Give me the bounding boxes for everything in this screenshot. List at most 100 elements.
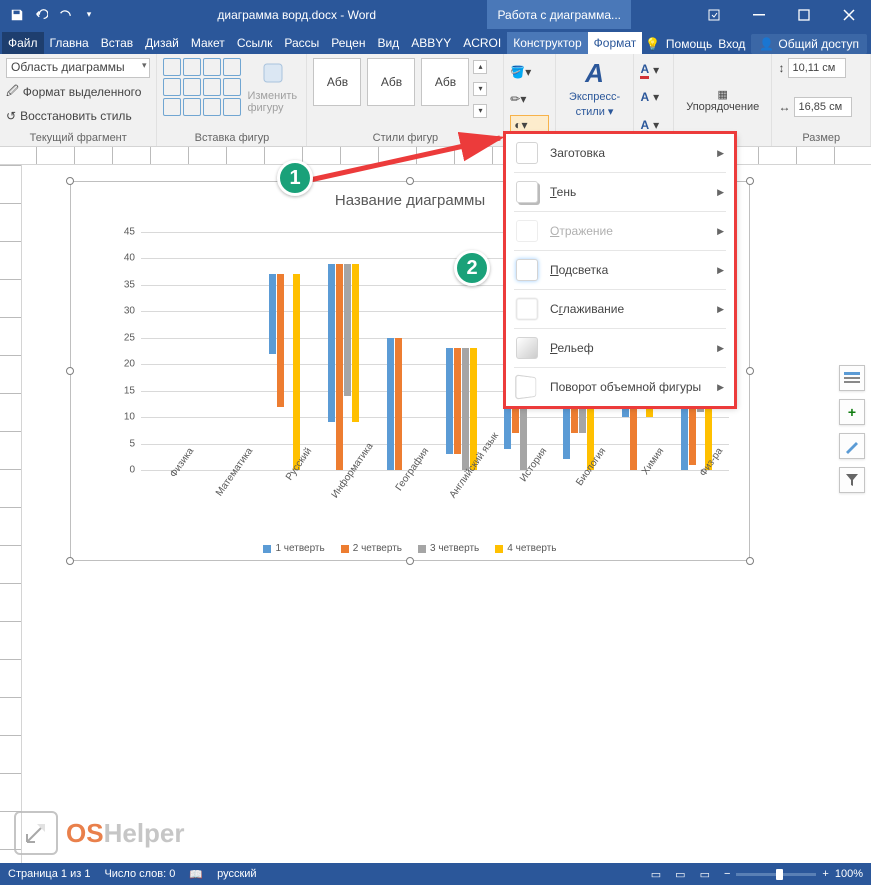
statusbar: Страница 1 из 1 Число слов: 0 📖 русский … (0, 863, 871, 885)
help-icon[interactable]: 💡 (645, 37, 660, 51)
view-web-icon[interactable]: ▭ (700, 868, 710, 881)
change-shape-label: Изменить фигуру (247, 90, 300, 114)
redo-icon[interactable] (54, 4, 76, 26)
shape-style-thumb[interactable]: Абв (313, 58, 361, 106)
callout-2: 2 (454, 250, 490, 286)
zoom-slider[interactable] (736, 873, 816, 876)
resize-handle[interactable] (406, 557, 414, 565)
chevron-right-icon: ▶ (717, 187, 724, 198)
tab-view[interactable]: Вид (371, 32, 405, 54)
resize-handle[interactable] (746, 557, 754, 565)
format-selection-label: Формат выделенного (23, 85, 142, 99)
status-proofing-icon[interactable]: 📖 (189, 868, 203, 881)
shape-outline-button[interactable]: ✏▾ (510, 89, 548, 109)
text-outline-button[interactable]: A▾ (640, 87, 667, 107)
chart-tools-tab[interactable]: Работа с диаграмма... (487, 0, 631, 29)
tab-constructor[interactable]: Конструктор (507, 32, 587, 54)
tab-layout[interactable]: Макет (185, 32, 231, 54)
menu-item-3d-rotation[interactable]: Поворот объемной фигуры▶ (506, 368, 734, 406)
chevron-right-icon: ▶ (717, 226, 724, 237)
resize-handle[interactable] (746, 367, 754, 375)
quick-styles-label-1: Экспресс- (569, 91, 620, 103)
tab-mailings[interactable]: Рассы (278, 32, 325, 54)
resize-handle[interactable] (66, 177, 74, 185)
arrange-button[interactable]: ▦Упорядочение (680, 58, 766, 142)
tab-home[interactable]: Главна (44, 32, 95, 54)
menu-item-preset[interactable]: Заготовка▶ (506, 134, 734, 172)
width-input[interactable]: 16,85 см (794, 97, 852, 117)
change-shape-button: Изменить фигуру (247, 58, 300, 116)
menu-item-bevel[interactable]: Рельеф▶ (506, 329, 734, 367)
ruler-vertical[interactable] (0, 165, 22, 863)
menu-item-glow[interactable]: Подсветка▶ (506, 251, 734, 289)
status-words[interactable]: Число слов: 0 (104, 868, 175, 880)
chart-elements-icon[interactable]: + (839, 399, 865, 425)
menu-item-reflection[interactable]: Отражение▶ (506, 212, 734, 250)
resize-handle[interactable] (406, 177, 414, 185)
chart-filters-icon[interactable] (839, 467, 865, 493)
height-input[interactable]: 10,11 см (788, 58, 846, 78)
text-fill-button[interactable]: A▾ (640, 60, 667, 80)
group-size: ↕10,11 см ↔16,85 см Размер (772, 54, 871, 146)
soft-edges-icon (516, 298, 538, 320)
resize-handle[interactable] (66, 557, 74, 565)
status-language[interactable]: русский (217, 868, 256, 880)
shape-effects-menu: Заготовка▶ Тень▶ Отражение▶ Подсветка▶ С… (505, 133, 735, 407)
zoom-control[interactable]: − + 100% (724, 868, 863, 880)
resize-handle[interactable] (746, 177, 754, 185)
window-controls (691, 0, 871, 29)
menu-label: Рельеф (550, 341, 594, 355)
maximize-icon[interactable] (781, 0, 826, 29)
zoom-in-icon[interactable]: + (822, 868, 828, 880)
view-read-icon[interactable]: ▭ (651, 868, 661, 881)
format-selection-button[interactable]: 🖉Формат выделенного (6, 82, 150, 102)
reflection-icon (516, 220, 538, 242)
menu-label: Сглаживание (550, 302, 624, 316)
shape-style-gallery[interactable]: Абв Абв Абв (313, 58, 469, 120)
shape-fill-button[interactable]: 🪣▾ (510, 62, 548, 82)
status-page[interactable]: Страница 1 из 1 (8, 868, 90, 880)
reset-style-button[interactable]: ↺Восстановить стиль (6, 106, 150, 126)
shape-style-thumb[interactable]: Абв (421, 58, 469, 106)
layout-options-icon[interactable] (839, 365, 865, 391)
ribbon-options-icon[interactable] (691, 0, 736, 29)
ruler-horizontal[interactable] (0, 147, 871, 165)
group-label-shapes: Вставка фигур (163, 130, 300, 144)
page[interactable]: Название диаграммы 051015202530354045 Фи… (22, 165, 871, 863)
view-print-icon[interactable]: ▭ (675, 868, 685, 881)
resize-handle[interactable] (66, 367, 74, 375)
zoom-out-icon[interactable]: − (724, 868, 730, 880)
chart-x-labels: ФизикаМатематикаРусскийИнформатикаГеогра… (141, 470, 729, 526)
tab-design[interactable]: Дизай (139, 32, 185, 54)
tab-acrobat[interactable]: ACROI (457, 32, 507, 54)
ribbon-tabs: Файл Главна Встав Дизай Макет Ссылк Расс… (0, 29, 871, 54)
close-icon[interactable] (826, 0, 871, 29)
chart-styles-icon[interactable] (839, 433, 865, 459)
shape-style-thumb[interactable]: Абв (367, 58, 415, 106)
qat-dropdown-icon[interactable]: ▾ (78, 4, 100, 26)
gallery-scrollbar[interactable]: ▴▾▾ (473, 58, 487, 120)
save-icon[interactable] (6, 4, 28, 26)
share-button[interactable]: 👤Общий доступ (751, 34, 867, 54)
minimize-icon[interactable] (736, 0, 781, 29)
text-effects-button[interactable]: A▾ (640, 115, 667, 135)
quick-styles-button[interactable]: A Экспресс- стили ▾ (562, 58, 628, 118)
chart-element-dropdown[interactable]: Область диаграммы (6, 58, 150, 78)
tab-format[interactable]: Формат (588, 32, 643, 54)
tab-abbyy[interactable]: ABBYY (405, 32, 457, 54)
document-title: диаграмма ворд.docx - Word (106, 8, 487, 22)
undo-icon[interactable] (30, 4, 52, 26)
menu-item-shadow[interactable]: Тень▶ (506, 173, 734, 211)
tab-insert[interactable]: Встав (95, 32, 139, 54)
shape-gallery[interactable] (163, 58, 241, 116)
help-label[interactable]: Помощь (666, 37, 712, 51)
preset-icon (516, 142, 538, 164)
chart-legend[interactable]: 1 четверть2 четверть3 четверть4 четверть (71, 543, 749, 554)
chevron-right-icon: ▶ (717, 382, 724, 393)
tab-review[interactable]: Рецен (325, 32, 371, 54)
tab-references[interactable]: Ссылк (231, 32, 279, 54)
tab-file[interactable]: Файл (2, 32, 44, 54)
login-label[interactable]: Вход (718, 37, 745, 51)
menu-item-soft-edges[interactable]: Сглаживание▶ (506, 290, 734, 328)
zoom-value[interactable]: 100% (835, 868, 863, 880)
